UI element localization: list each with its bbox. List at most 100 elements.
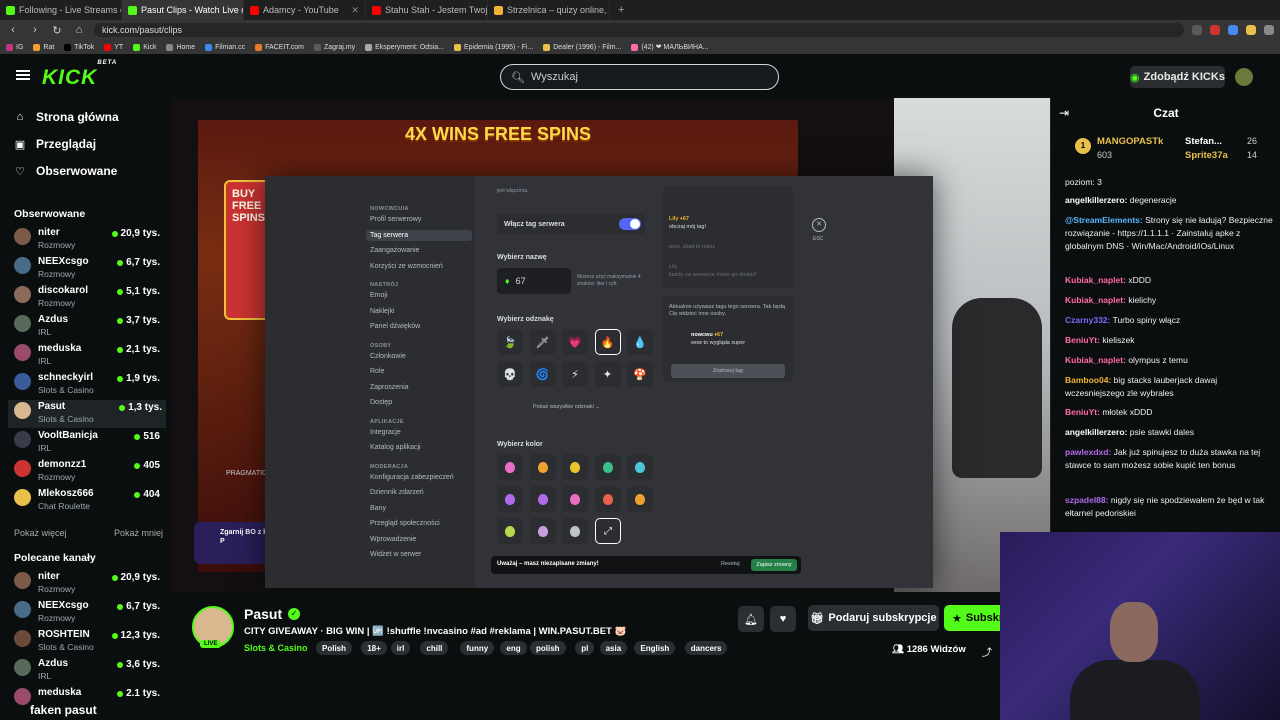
close-icon[interactable]: ✕ <box>812 218 826 232</box>
kick-logo[interactable]: KICKBETA <box>42 60 117 90</box>
settings-item[interactable]: Widżet w serwer <box>370 551 421 558</box>
settings-item[interactable]: Bany <box>370 505 386 512</box>
enable-tag-toggle[interactable] <box>619 218 641 230</box>
custom-color-picker[interactable]: ⤢ <box>595 518 621 544</box>
color-option[interactable] <box>529 486 556 512</box>
chat-username[interactable]: szpadel88: <box>1065 495 1108 505</box>
settings-item[interactable]: Emoji <box>370 292 388 299</box>
bookmark-item[interactable]: (42) ❤ МАЛЬВИНА... <box>631 43 709 51</box>
show-less-button[interactable]: Pokaż mniej <box>114 528 163 538</box>
settings-item[interactable]: Dostęp <box>370 399 392 406</box>
sidebar-channel-schneckyirl[interactable]: schneckyirl Slots & Casino 1,9 tys. <box>14 371 164 399</box>
stream-tag[interactable]: dancers <box>684 641 728 655</box>
bookmark-item[interactable]: Rat <box>33 43 54 51</box>
browser-tab[interactable]: Stahu Stah - Jestem Twoja Kokaina✕ <box>366 0 488 20</box>
badge-option[interactable]: ⚡ <box>562 361 588 387</box>
chat-username[interactable]: BeniuYt: <box>1065 407 1100 417</box>
chat-username[interactable]: Czarny332: <box>1065 315 1110 325</box>
color-option[interactable] <box>594 486 621 512</box>
chat-username[interactable]: pawlexdxd: <box>1065 447 1111 457</box>
stream-tag[interactable]: English <box>634 641 676 655</box>
bookmark-item[interactable]: Home <box>166 43 195 51</box>
sidebar-channel-roshtein[interactable]: ROSHTEIN Slots & Casino 12,3 tys. <box>14 628 164 656</box>
stream-tag[interactable]: polish <box>530 641 566 655</box>
home-icon[interactable]: ⌂ <box>72 24 86 36</box>
sidebar-channel-niter[interactable]: niter Rozmowy 20,9 tys. <box>14 570 164 598</box>
settings-item[interactable]: Naklejki <box>370 308 395 315</box>
color-option[interactable] <box>594 454 621 480</box>
settings-item[interactable]: Członkowie <box>370 353 406 360</box>
settings-item[interactable]: Konfiguracja zabezpieczeń <box>370 474 454 481</box>
sidebar-nav-1[interactable]: ▣ Przeglądaj <box>14 137 96 151</box>
color-option[interactable] <box>497 486 523 512</box>
extension-icon[interactable] <box>1246 25 1256 35</box>
stream-tag[interactable]: pl <box>575 641 595 655</box>
settings-item[interactable]: Korzyści ze wzmocnień <box>370 263 443 270</box>
color-option[interactable] <box>529 454 556 480</box>
badge-option[interactable]: 🌀 <box>529 361 556 387</box>
bookmark-item[interactable]: Filman.cc <box>205 43 245 51</box>
settings-item[interactable]: Wprowadzenie <box>370 536 416 543</box>
bookmark-item[interactable]: Kick <box>133 43 156 51</box>
close-tab-icon[interactable]: ✕ <box>351 5 359 16</box>
stream-tag[interactable]: funny <box>460 641 495 655</box>
bookmark-item[interactable]: Epidemia (1995) - Fi... <box>453 43 533 51</box>
sidebar-nav-2[interactable]: ♡ Obserwowane <box>14 164 117 178</box>
sidebar-channel-meduska[interactable]: meduska IRL 2,1 tys. <box>14 342 164 370</box>
profile-icon[interactable] <box>1264 25 1274 35</box>
save-button[interactable]: Zapisz zmiany <box>751 559 797 571</box>
gift-subs-button[interactable]: 🎁︎ Podaruj subskrypcje <box>808 605 939 631</box>
color-option[interactable] <box>562 518 588 544</box>
settings-item[interactable]: Role <box>370 368 384 375</box>
settings-item[interactable]: Integracje <box>370 429 401 436</box>
sidebar-channel-neexcsgo[interactable]: NEEXcsgo Rozmowy 6,7 tys. <box>14 599 164 627</box>
badge-option[interactable]: 🍄 <box>627 361 653 387</box>
settings-item[interactable]: Dziennik zdarzeń <box>370 489 424 496</box>
stream-tag[interactable]: 18+ <box>361 641 387 655</box>
stream-tag[interactable]: irl <box>390 641 411 655</box>
badge-option[interactable]: 🔥 <box>594 329 621 355</box>
search-input[interactable]: 🔍︎ Wyszukaj <box>500 64 779 90</box>
badge-option[interactable]: 💀 <box>497 361 523 387</box>
badge-option[interactable]: ✦ <box>594 361 621 387</box>
bookmark-item[interactable]: Eksperyment: Odsia... <box>365 43 444 51</box>
forward-icon[interactable]: › <box>28 24 42 36</box>
sidebar-channel-pasut[interactable]: Pasut Slots & Casino 1,3 tys. <box>8 400 166 428</box>
color-option[interactable] <box>627 486 653 512</box>
sidebar-nav-0[interactable]: ⌂ Strona główna <box>14 110 119 124</box>
stream-tag[interactable]: Polish <box>316 641 353 655</box>
bookmark-item[interactable]: TikTok <box>64 43 94 51</box>
browser-tab[interactable]: Adamcy - YouTube ✕ <box>244 0 366 20</box>
reset-button[interactable]: Resetuj <box>721 561 740 567</box>
stream-tag[interactable]: asia <box>599 641 628 655</box>
badge-option[interactable]: 💧 <box>627 329 653 355</box>
sidebar-channel-demonzz1[interactable]: demonzz1 Rozmowy 405 <box>14 458 164 486</box>
extension-icon[interactable] <box>1192 25 1202 35</box>
heart-icon[interactable]: ♥ <box>770 606 796 632</box>
extension-icon[interactable] <box>1228 25 1238 35</box>
bookmark-item[interactable]: Zagraj.my <box>314 43 355 51</box>
bookmark-item[interactable]: IG <box>6 43 23 51</box>
show-more-button[interactable]: Pokaż więcej <box>14 528 67 538</box>
stream-category[interactable]: Slots & Casino <box>244 643 308 653</box>
color-option[interactable] <box>562 454 588 480</box>
back-icon[interactable]: ‹ <box>6 24 20 36</box>
tag-name-input[interactable]: ♦ 67 <box>497 268 571 294</box>
color-option[interactable] <box>562 486 588 512</box>
badge-option[interactable]: 🍃 <box>497 329 523 355</box>
reload-icon[interactable]: ↻ <box>50 24 64 37</box>
stream-tag[interactable]: eng <box>500 641 527 655</box>
bookmark-item[interactable]: YT <box>104 43 123 51</box>
chat-username[interactable]: angelkillerzero: <box>1065 427 1127 437</box>
chat-username[interactable]: Kubiak_naplet: <box>1065 275 1126 285</box>
sidebar-channel-vooltbanicja[interactable]: VooltBanicja IRL 516 <box>14 429 164 457</box>
settings-item[interactable]: Panel dźwięków <box>370 323 420 330</box>
notification-bell-icon[interactable]: 🔔︎ <box>738 606 764 632</box>
chat-username[interactable]: @StreamElements: <box>1065 215 1143 225</box>
chat-username[interactable]: BeniuYt: <box>1065 335 1100 345</box>
browser-tab[interactable]: Pasut Clips - Watch Live on K✕ <box>122 0 244 20</box>
sidebar-channel-niter[interactable]: niter Rozmowy 20,9 tys. <box>14 226 164 254</box>
adopt-tag-button[interactable]: Zostosuj tag <box>671 364 785 378</box>
settings-item[interactable]: Zaproszenia <box>370 384 409 391</box>
stream-tag[interactable]: chill <box>420 641 449 655</box>
